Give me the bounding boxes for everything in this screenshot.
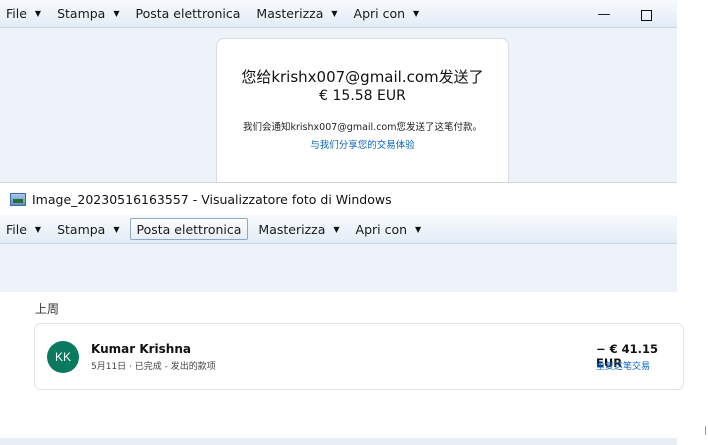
menu-posta-label: Posta elettronica <box>135 6 241 21</box>
menu-file[interactable]: File ▼ <box>0 218 47 240</box>
chevron-down-icon: ▼ <box>34 9 42 18</box>
menu-stampa[interactable]: Stampa ▼ <box>51 218 125 240</box>
menu-masterizza-label: Masterizza <box>256 6 324 21</box>
menu-file-label: File <box>6 6 27 21</box>
chevron-down-icon: ▼ <box>113 9 120 18</box>
receipt-amount: € 15.58 EUR <box>319 88 406 104</box>
menu-stampa-label: Stampa <box>57 6 106 21</box>
menu-apri-con[interactable]: Apri con ▼ <box>350 218 428 240</box>
chevron-down-icon: ▼ <box>333 224 340 234</box>
window-titlebar: Image_20230516163557 - Visualizzatore fo… <box>0 182 677 215</box>
chevron-down-icon: ▼ <box>34 224 42 234</box>
menu-file-label: File <box>6 221 27 237</box>
avatar: KK <box>47 341 79 373</box>
receipt-title: 您给krishx007@gmail.com发送了 <box>241 68 484 86</box>
edge-marker <box>705 426 706 435</box>
top-menubar: File ▼ Stampa ▼ Posta elettronica Masteriz… <box>0 0 677 28</box>
menu-posta[interactable]: Posta elettronica <box>129 218 249 240</box>
menu-posta[interactable]: Posta elettronica <box>130 3 247 25</box>
receipt-note: 我们会通知krishx007@gmail.com您发送了这笔付款。 <box>243 122 482 133</box>
menu-stampa[interactable]: Stampa ▼ <box>51 3 125 25</box>
section-label: 上周 <box>35 302 60 316</box>
menu-apri-con-label: Apri con <box>353 6 406 21</box>
chevron-down-icon: ▼ <box>113 224 120 234</box>
transaction-row[interactable]: KK Kumar Krishna 5月11日 · 已完成 - 发出的款项 − €… <box>34 323 684 390</box>
menu-file[interactable]: File ▼ <box>0 3 47 25</box>
viewer-background <box>0 244 677 292</box>
minimize-button[interactable]: — <box>597 8 611 22</box>
viewer-menubar: File ▼ Stampa ▼ Posta elettronica Masteriz… <box>0 215 677 244</box>
transaction-name: Kumar Krishna <box>91 342 191 356</box>
photo-viewer-icon <box>10 192 26 206</box>
menu-masterizza-label: Masterizza <box>258 221 326 237</box>
menu-stampa-label: Stampa <box>57 221 106 237</box>
maximize-button[interactable] <box>641 10 652 21</box>
menu-apri-con[interactable]: Apri con ▼ <box>348 3 426 25</box>
payment-receipt-card: 您给krishx007@gmail.com发送了 € 15.58 EUR 我们会… <box>216 38 509 188</box>
window-title: Image_20230516163557 - Visualizzatore fo… <box>32 191 392 207</box>
feedback-link[interactable]: 与我们分享您的交易体验 <box>217 137 508 151</box>
chevron-down-icon: ▼ <box>413 9 420 18</box>
menu-masterizza[interactable]: Masterizza ▼ <box>250 3 343 25</box>
menu-masterizza[interactable]: Masterizza ▼ <box>252 218 345 240</box>
menu-posta-label: Posta elettronica <box>136 221 242 237</box>
menu-apri-con-label: Apri con <box>355 221 408 237</box>
repeat-transaction-link[interactable]: 重复这笔交易 <box>596 359 650 372</box>
chevron-down-icon: ▼ <box>415 224 422 234</box>
transaction-meta: 5月11日 · 已完成 - 发出的款项 <box>91 362 216 372</box>
chevron-down-icon: ▼ <box>331 9 338 18</box>
bottom-strip <box>0 438 677 445</box>
